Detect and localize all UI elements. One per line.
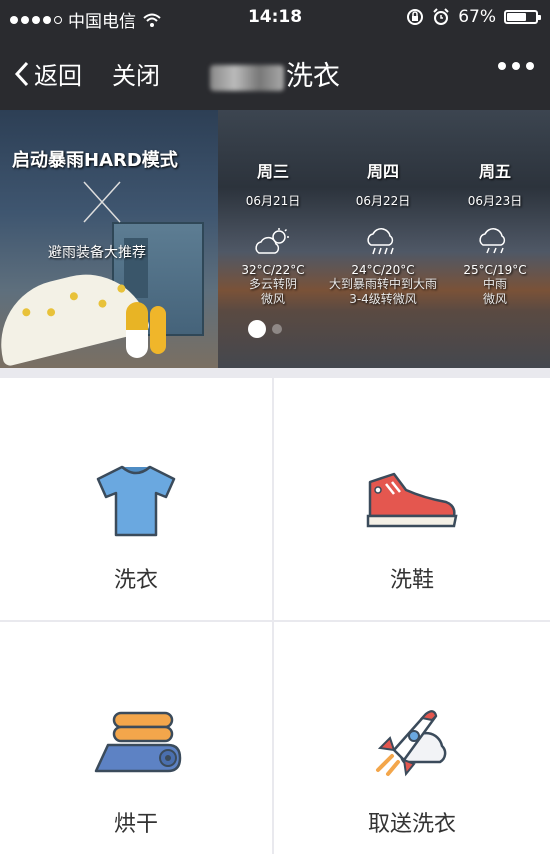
battery-icon [504,10,541,24]
service-wash-shoes[interactable]: 洗鞋 [274,378,550,620]
service-pickup-delivery[interactable]: 取送洗衣 [274,622,550,854]
promo-banner[interactable]: 启动暴雨HARD模式 避雨装备大推荐 周三 06月21日 32°C/22°C 多… [0,110,550,368]
rain-icon [479,228,506,254]
service-grid: 洗衣 洗鞋 烘干 取送洗衣 [0,368,550,854]
forecast-wind: 3-4级转微风 [349,292,417,306]
forecast-day-3: 周五 06月23日 25°C/19°C 中雨 微风 [440,110,550,368]
sneaker-icon [366,472,458,528]
promo-title: 启动暴雨HARD模式 [12,150,178,171]
battery-percent: 67% [458,7,496,27]
forecast-temp: 32°C/22°C [241,263,305,277]
forecast-day: 周三 [256,162,289,181]
tshirt-icon [96,465,176,537]
rotation-lock-icon [407,9,424,25]
blurred-brand [210,64,284,91]
forecast-temp: 24°C/20°C [351,263,415,277]
forecast-date: 06月21日 [245,194,301,208]
page-title-text: 洗衣 [286,61,340,92]
heavy-rain-icon [367,228,394,255]
carousel-dot-active[interactable] [248,320,266,338]
forecast-date: 06月22日 [355,194,411,208]
forecast-day-2: 周四 06月22日 24°C/20°C 大到暴雨转中到大雨 3-4级转微风 [328,110,438,368]
promo-subtitle: 避雨装备大推荐 [48,245,146,261]
forecast-temp: 25°C/19°C [463,263,527,277]
page-title: 洗衣 [0,54,550,93]
rocket-icon [376,710,447,777]
capsule-image-2 [150,306,166,354]
service-label: 洗鞋 [389,568,434,593]
service-label: 烘干 [113,812,158,837]
forecast-day: 周五 [478,162,511,181]
forecast-date: 06月23日 [467,194,523,208]
forecast-day: 周四 [366,162,399,181]
more-dots-icon[interactable] [498,62,534,70]
capsule-image [126,302,148,358]
forecast-desc: 中雨 [482,277,507,291]
towel-icon [94,711,182,773]
service-label: 洗衣 [113,568,158,593]
status-bar: 中国电信 14:18 67% [0,0,550,36]
forecast-wind: 微风 [482,292,507,306]
forecast-wind: 微风 [260,292,285,306]
status-right: 67% [406,7,541,27]
service-wash-clothes[interactable]: 洗衣 [0,378,272,620]
cross-decoration [83,181,121,223]
partly-cloudy-icon [255,228,289,254]
service-dry[interactable]: 烘干 [0,622,272,854]
carousel-dot[interactable] [272,324,282,334]
promo-panel[interactable]: 启动暴雨HARD模式 避雨装备大推荐 [0,110,218,368]
forecast-desc: 大到暴雨转中到大雨 [328,277,437,291]
service-label: 取送洗衣 [367,812,456,837]
alarm-icon [433,8,449,25]
forecast-desc: 多云转阴 [248,277,297,291]
nav-bar: 返回 关闭 洗衣 [0,36,550,110]
